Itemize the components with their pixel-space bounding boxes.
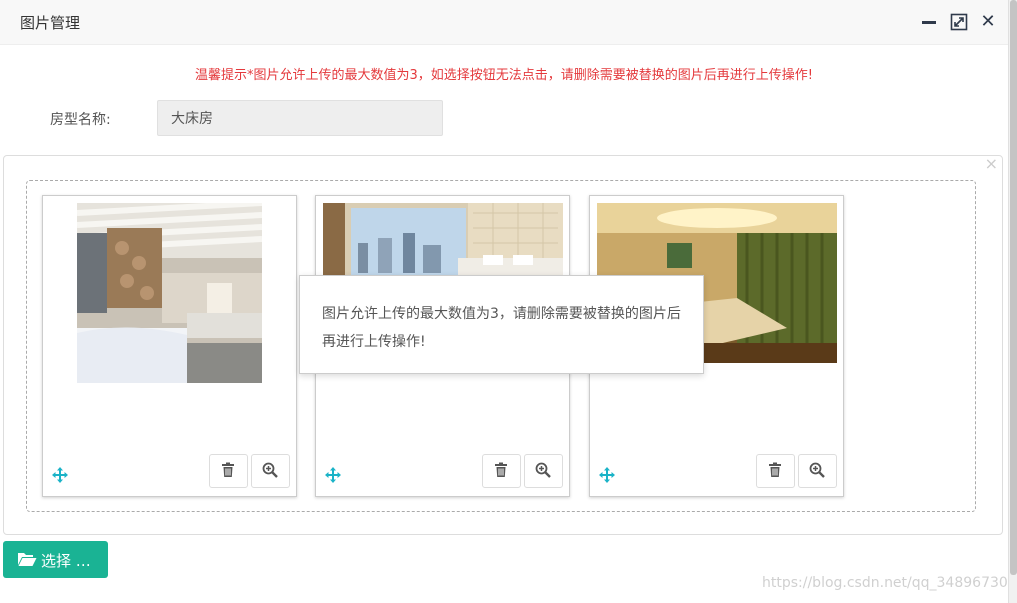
trash-icon [769, 462, 781, 477]
maximize-icon[interactable] [950, 13, 968, 31]
trash-icon [495, 462, 507, 477]
move-icon[interactable] [51, 466, 69, 484]
image-preview [323, 203, 563, 278]
scrollbar[interactable] [1008, 0, 1017, 603]
zoom-in-icon [809, 462, 825, 478]
move-icon[interactable] [324, 466, 342, 484]
image-thumb [42, 195, 297, 497]
watermark: https://blog.csdn.net/qq_34896730 [762, 575, 1008, 591]
select-button[interactable]: 选择 … [3, 541, 108, 578]
close-icon[interactable]: ✕ [979, 13, 997, 31]
zoom-button[interactable] [798, 454, 837, 488]
folder-open-icon [17, 551, 37, 571]
minimize-icon[interactable] [920, 13, 938, 31]
notice-text: 温馨提示*图片允许上传的最大数值为3，如选择按钮无法点击，请删除需要被替换的图片… [195, 68, 813, 83]
room-type-label: 房型名称: [50, 112, 111, 128]
zoom-button[interactable] [524, 454, 563, 488]
image-preview [77, 203, 262, 383]
dialog-title: 图片管理 [20, 14, 81, 32]
delete-button[interactable] [482, 454, 521, 488]
limit-tooltip: 图片允许上传的最大数值为3，请删除需要被替换的图片后再进行上传操作! [299, 275, 704, 374]
delete-button[interactable] [209, 454, 248, 488]
room-type-input[interactable]: 大床房 [157, 100, 443, 136]
zoom-in-icon [262, 462, 278, 478]
scrollbar-thumb[interactable] [1010, 0, 1017, 575]
delete-button[interactable] [756, 454, 795, 488]
trash-icon [222, 462, 234, 477]
move-icon[interactable] [598, 466, 616, 484]
zoom-button[interactable] [251, 454, 290, 488]
dialog-titlebar: 图片管理 ✕ [0, 0, 1008, 45]
panel-close-icon[interactable]: × [985, 154, 998, 173]
zoom-in-icon [535, 462, 551, 478]
select-button-label: 选择 … [41, 552, 91, 570]
